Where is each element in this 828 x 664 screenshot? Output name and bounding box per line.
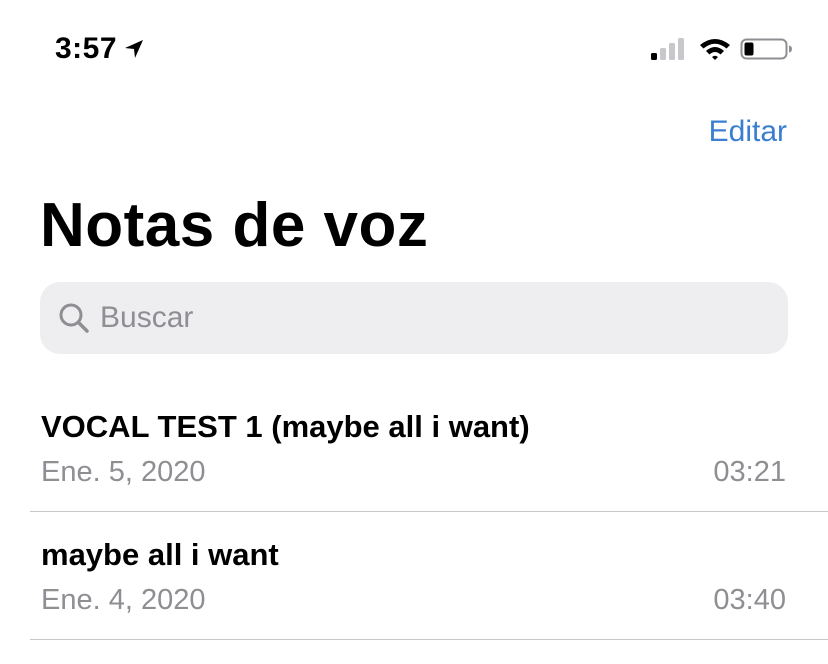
- recording-item[interactable]: maybe all i want Ene. 4, 2020 03:40: [0, 512, 828, 640]
- battery-low-icon: [740, 38, 792, 60]
- location-arrow-icon: [125, 40, 144, 58]
- edit-button[interactable]: Editar: [709, 114, 787, 150]
- status-time-group: 3:57: [55, 31, 145, 67]
- status-indicators: [650, 36, 794, 62]
- row-divider: [30, 639, 828, 640]
- recording-duration: 03:40: [713, 584, 786, 616]
- recording-date: Ene. 5, 2020: [41, 456, 206, 488]
- status-bar: 3:57: [0, 0, 828, 100]
- recording-date: Ene. 4, 2020: [41, 584, 206, 616]
- recording-title: maybe all i want: [41, 537, 279, 572]
- wifi-icon: [700, 39, 730, 60]
- search-bar[interactable]: [40, 282, 788, 354]
- search-icon: [59, 303, 89, 333]
- recording-list: VOCAL TEST 1 (maybe all i want) Ene. 5, …: [0, 384, 828, 640]
- cellular-signal-icon: [651, 38, 684, 60]
- recording-title: VOCAL TEST 1 (maybe all i want): [41, 409, 530, 444]
- status-time: 3:57: [55, 32, 118, 65]
- recording-item[interactable]: VOCAL TEST 1 (maybe all i want) Ene. 5, …: [0, 384, 828, 512]
- page-title: Notas de voz: [40, 191, 429, 260]
- recording-duration: 03:21: [713, 456, 786, 488]
- search-input[interactable]: [100, 301, 760, 335]
